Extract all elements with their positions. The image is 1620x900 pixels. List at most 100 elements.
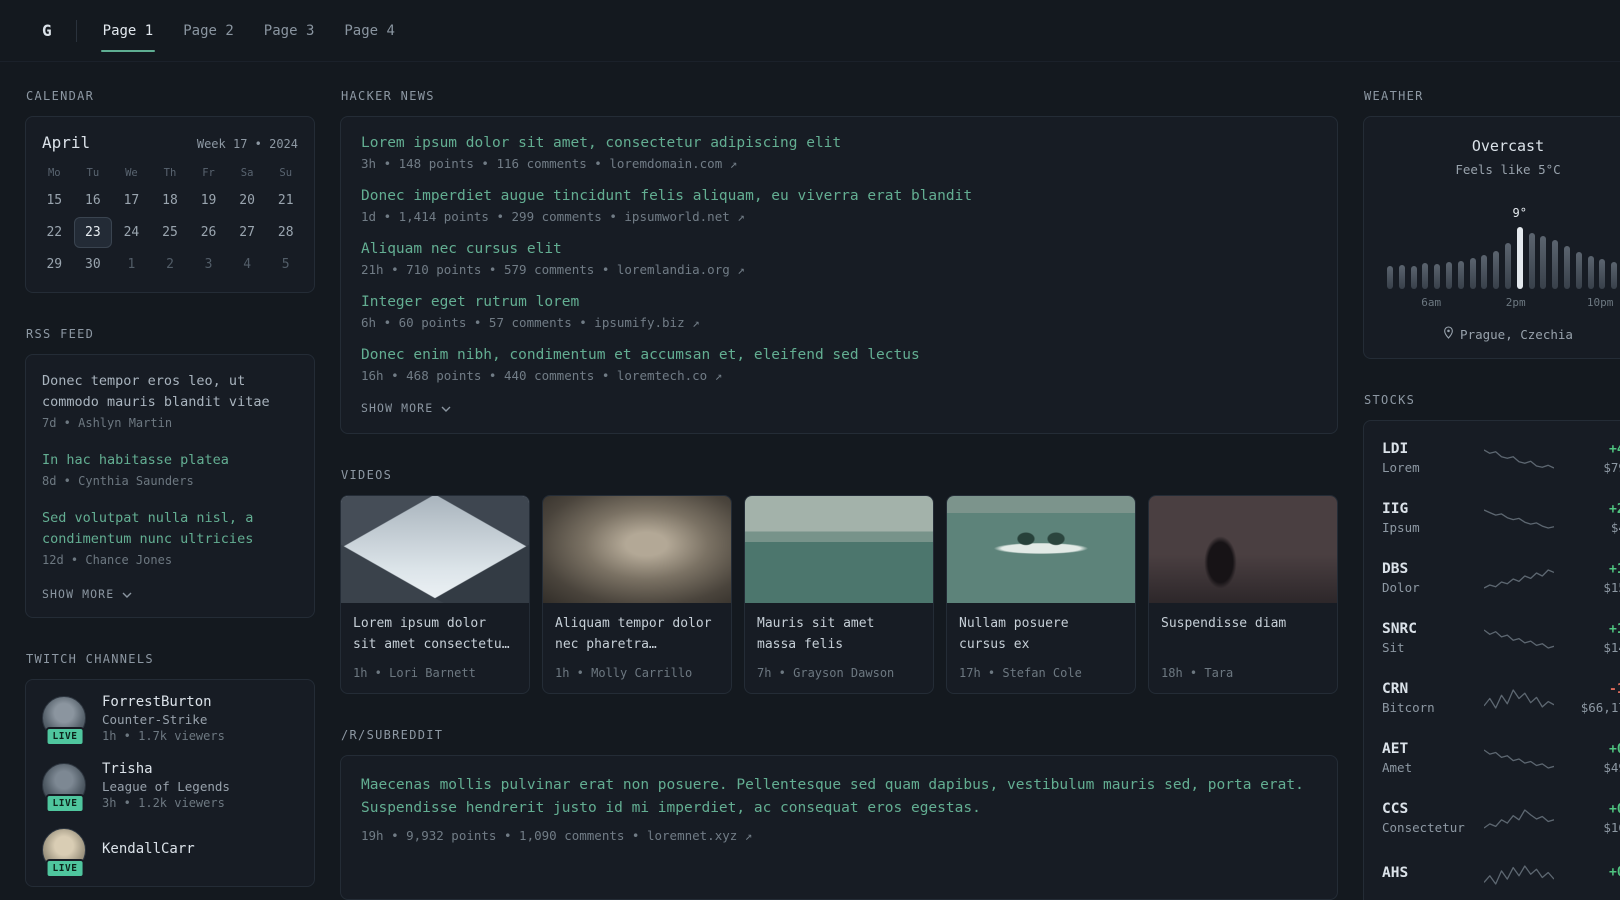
stocks-card: LDI Lorem +4.35% $795.18 IIG Ipsum [1363, 420, 1620, 900]
chevron-down-icon [441, 401, 451, 415]
stock-row[interactable]: IIG Ipsum +2.84% $42.04 [1382, 488, 1620, 548]
stock-id: LDI Lorem [1382, 441, 1474, 475]
rss-item[interactable]: Sed volutpat nulla nisl, a condimentum n… [42, 508, 298, 567]
rss-headline[interactable]: Donec tempor eros leo, ut commodo mauris… [42, 371, 298, 413]
calendar-day: 26 [200, 225, 217, 240]
rss-item[interactable]: Donec tempor eros leo, ut commodo mauris… [42, 371, 298, 430]
hn-meta[interactable]: 1d • 1,414 points • 299 comments • ipsum… [361, 209, 1317, 224]
calendar-day: 4 [243, 257, 252, 272]
rss-item[interactable]: In hac habitasse platea 8d • Cynthia Sau… [42, 450, 298, 488]
calendar-day: 18 [162, 193, 178, 208]
page-tabs: Page 1 Page 2 Page 3 Page 4 [100, 0, 423, 61]
live-badge: LIVE [45, 727, 85, 747]
weather-axis: 6am 2pm 10pm [1380, 296, 1620, 311]
calendar-day: 2 [166, 257, 174, 272]
hn-headline-link[interactable]: Donec imperdiet augue tincidunt felis al… [361, 188, 1317, 204]
live-badge: LIVE [45, 794, 85, 814]
calendar-day: 1 [127, 257, 136, 272]
video-thumbnail[interactable] [947, 496, 1135, 603]
stock-values: +0.46% [1564, 865, 1620, 883]
stock-row[interactable]: CCS Consectetur +0.51% $165.84 [1382, 788, 1620, 848]
video-card[interactable]: Lorem ipsum dolor sit amet consectetu… 1… [340, 495, 530, 694]
weather-tick: 10pm [1586, 296, 1614, 309]
weather-chart: 9° [1380, 201, 1620, 289]
rss-meta: 8d • Cynthia Saunders [42, 473, 194, 488]
weather-widget: WEATHER Overcast Feels like 5°C 9° 6am 2… [1363, 89, 1620, 359]
calendar-day: 3 [204, 257, 213, 272]
stock-name: Ipsum [1382, 520, 1420, 535]
video-body: Aliquam tempor dolor nec pharetra… 1h • … [543, 603, 731, 693]
stock-ticker: SNRC [1382, 621, 1417, 637]
calendar-widget: CALENDAR April Week 17 • 2024 Mo Tu We Th Fr… [25, 89, 315, 293]
twitch-avatar-wrap: LIVE [42, 827, 88, 878]
calendar-weekday: Fr [202, 167, 215, 179]
twitch-channel[interactable]: LIVE KendallCarr [42, 827, 298, 878]
stock-name: Lorem [1382, 460, 1420, 475]
hn-headline-link[interactable]: Integer eget rutrum lorem [361, 294, 1317, 310]
stock-ticker: AET [1382, 741, 1409, 757]
stock-sparkline [1484, 565, 1554, 591]
hn-headline-link[interactable]: Donec enim nibh, condimentum et accumsan… [361, 347, 1317, 363]
video-title[interactable]: Mauris sit amet massa felis [757, 614, 921, 656]
hn-meta[interactable]: 3h • 148 points • 116 comments • loremdo… [361, 156, 1317, 171]
video-card[interactable]: Mauris sit amet massa felis 7h • Grayson… [744, 495, 934, 694]
rss-show-more-button[interactable]: SHOW MORE [42, 587, 132, 601]
video-card[interactable]: Suspendisse diam 18h • Tara [1148, 495, 1338, 694]
app-logo[interactable]: G [42, 21, 52, 40]
weather-bar [1540, 201, 1547, 289]
twitch-channel[interactable]: LIVE ForrestBurton Counter-Strike 1h • 1… [42, 693, 298, 747]
stock-price: $795.18 [1603, 459, 1620, 475]
stock-row[interactable]: AHS +0.46% [1382, 848, 1620, 900]
video-card[interactable]: Aliquam tempor dolor nec pharetra… 1h • … [542, 495, 732, 694]
hn-headline-link[interactable]: Lorem ipsum dolor sit amet, consectetur … [361, 135, 1317, 151]
subreddit-post-meta[interactable]: 19h • 9,932 points • 1,090 comments • lo… [361, 828, 1317, 843]
rss-headline[interactable]: Sed volutpat nulla nisl, a condimentum n… [42, 508, 298, 550]
weather-bar [1552, 201, 1559, 289]
rss-card: Donec tempor eros leo, ut commodo mauris… [25, 354, 315, 618]
stock-values: +2.84% $42.04 [1564, 502, 1620, 535]
stock-name: Sit [1382, 640, 1405, 655]
stock-change: +0.51% [1609, 801, 1620, 817]
stock-row[interactable]: DBS Dolor +1.42% $156.28 [1382, 548, 1620, 608]
video-thumbnail[interactable] [543, 496, 731, 603]
tab-page-3[interactable]: Page 3 [262, 0, 317, 61]
hn-meta[interactable]: 6h • 60 points • 57 comments • ipsumify.… [361, 315, 1317, 330]
stock-price: $66,171.48 [1580, 699, 1620, 715]
weather-tick: 2pm [1505, 296, 1526, 309]
stock-row[interactable]: LDI Lorem +4.35% $795.18 [1382, 428, 1620, 488]
hn-meta[interactable]: 21h • 710 points • 579 comments • loreml… [361, 262, 1317, 277]
weather-bar [1398, 201, 1405, 289]
tab-page-1[interactable]: Page 1 [100, 0, 156, 61]
tab-page-2[interactable]: Page 2 [181, 0, 236, 61]
rss-meta: 12d • Chance Jones [42, 552, 173, 567]
stock-row[interactable]: AET Amet +0.92% $499.72 [1382, 728, 1620, 788]
video-thumbnail[interactable] [745, 496, 933, 603]
video-title[interactable]: Nullam posuere cursus ex [959, 614, 1123, 656]
calendar-widget-title: CALENDAR [26, 89, 95, 103]
hn-meta[interactable]: 16h • 468 points • 440 comments • loremt… [361, 368, 1317, 383]
hn-headline-link[interactable]: Aliquam nec cursus elit [361, 241, 1317, 257]
video-title[interactable]: Suspendisse diam [1161, 614, 1325, 656]
twitch-channel-name: ForrestBurton [102, 693, 212, 710]
video-thumbnail[interactable] [1149, 496, 1337, 603]
stock-sparkline [1484, 861, 1554, 887]
hn-show-more-button[interactable]: SHOW MORE [361, 401, 451, 415]
video-title[interactable]: Lorem ipsum dolor sit amet consectetu… [353, 614, 517, 656]
weather-card: Overcast Feels like 5°C 9° 6am 2pm 10pm … [1363, 116, 1620, 359]
weather-bar [1434, 201, 1441, 289]
stock-row[interactable]: SNRC Sit +1.36% $148.64 [1382, 608, 1620, 668]
subreddit-post-title[interactable]: Maecenas mollis pulvinar erat non posuer… [361, 774, 1317, 821]
weather-feels-like: Feels like 5°C [1455, 162, 1561, 177]
video-title[interactable]: Aliquam tempor dolor nec pharetra… [555, 614, 719, 656]
video-card[interactable]: Nullam posuere cursus ex 17h • Stefan Co… [946, 495, 1136, 694]
twitch-channel[interactable]: LIVE Trisha League of Legends 3h • 1.2k … [42, 761, 298, 814]
calendar-day: 19 [200, 193, 217, 208]
video-thumbnail[interactable] [341, 496, 529, 603]
stock-row[interactable]: CRN Bitcorn -1.00% $66,171.48 [1382, 668, 1620, 728]
weather-location: Prague, Czechia [1380, 326, 1620, 342]
tab-page-4[interactable]: Page 4 [342, 0, 397, 61]
rss-widget: RSS FEED Donec tempor eros leo, ut commo… [25, 327, 315, 618]
stock-sparkline [1484, 685, 1554, 711]
rss-headline[interactable]: In hac habitasse platea [42, 450, 298, 471]
calendar-day: 22 [46, 225, 63, 240]
